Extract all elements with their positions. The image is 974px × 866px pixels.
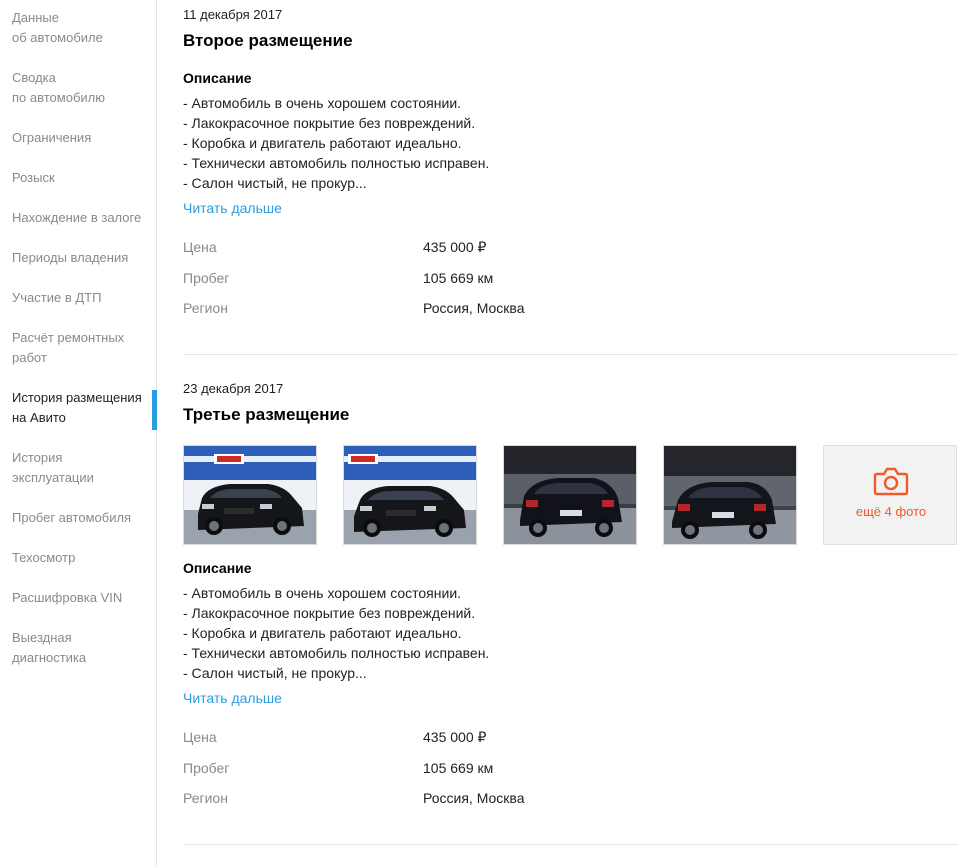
sidebar-item-label: Расчёт ремонтных <box>12 330 125 345</box>
sidebar-item-label: по автомобилю <box>12 90 105 105</box>
sidebar-item-label: эксплуатации <box>12 470 94 485</box>
placement-title: Второе размещение <box>183 31 353 50</box>
description-line: - Коробка и двигатель работают идеально. <box>183 135 462 151</box>
divider <box>183 844 958 845</box>
region-label: Регион <box>183 790 228 806</box>
price-value: 435 000 ₽ <box>423 239 487 255</box>
sidebar-item-label: на Авито <box>12 410 66 425</box>
sidebar-item-repair-calc[interactable]: Расчёт ремонтных работ <box>12 328 152 368</box>
description-title: Описание <box>183 560 252 576</box>
region-value: Россия, Москва <box>423 300 525 316</box>
sidebar-item-label: Данные <box>12 10 59 25</box>
sidebar-item-vehicle-summary[interactable]: Сводка по автомобилю <box>12 68 152 108</box>
mileage-value: 105 669 км <box>423 760 494 776</box>
car-photo-1[interactable] <box>183 445 317 545</box>
price-value: 435 000 ₽ <box>423 729 487 745</box>
more-photos-label: ещё 4 фото <box>855 504 927 519</box>
sidebar-item-label: Ограничения <box>12 130 92 145</box>
description-line: - Коробка и двигатель работают идеально. <box>183 625 462 641</box>
mileage-label: Пробег <box>183 270 230 286</box>
sidebar-item-label: Техосмотр <box>12 550 76 565</box>
region-value: Россия, Москва <box>423 790 525 806</box>
page: Данные об автомобиле Сводка по автомобилю … <box>0 0 974 866</box>
sidebar-item-wanted[interactable]: Розыск <box>12 168 152 188</box>
placement-date: 23 декабря 2017 <box>183 381 284 396</box>
sidebar-item-label: Периоды владения <box>12 250 129 265</box>
description-title: Описание <box>183 70 252 86</box>
sidebar-item-restrictions[interactable]: Ограничения <box>12 128 152 148</box>
description-text: - Автомобиль в очень хорошем состоянии. … <box>183 93 489 193</box>
price-row: Цена 435 000 ₽ <box>183 727 958 747</box>
divider <box>183 354 958 355</box>
sidebar-item-label: Выездная <box>12 630 72 645</box>
region-row: Регион Россия, Москва <box>183 788 958 808</box>
placement-date: 11 декабря 2017 <box>183 7 283 22</box>
price-row: Цена 435 000 ₽ <box>183 237 958 257</box>
car-rear-photo <box>664 446 796 544</box>
description-text: - Автомобиль в очень хорошем состоянии. … <box>183 583 489 683</box>
sidebar-item-vehicle-data[interactable]: Данные об автомобиле <box>12 8 152 48</box>
car-photo-2[interactable] <box>343 445 477 545</box>
description-line: - Лакокрасочное покрытие без повреждений… <box>183 605 476 621</box>
camera-icon <box>873 467 909 496</box>
description-line: - Технически автомобиль полностью исправ… <box>183 155 490 171</box>
sidebar-item-onsite-diagnostics[interactable]: Выездная диагностика <box>12 628 152 668</box>
read-more-link[interactable]: Читать дальше <box>183 688 282 708</box>
sidebar: Данные об автомобиле Сводка по автомобилю … <box>0 0 157 866</box>
car-photo-4[interactable] <box>663 445 797 545</box>
mileage-row: Пробег 105 669 км <box>183 758 958 778</box>
sidebar-item-avito-history[interactable]: История размещения на Авито <box>12 388 152 428</box>
description-line: - Автомобиль в очень хорошем состоянии. <box>183 95 462 111</box>
sidebar-item-mileage[interactable]: Пробег автомобиля <box>12 508 152 528</box>
placement-title: Третье размещение <box>183 405 350 424</box>
mileage-label: Пробег <box>183 760 230 776</box>
mileage-row: Пробег 105 669 км <box>183 268 958 288</box>
car-front-photo <box>344 446 476 544</box>
sidebar-item-accidents[interactable]: Участие в ДТП <box>12 288 152 308</box>
description-line: - Автомобиль в очень хорошем состоянии. <box>183 585 462 601</box>
sidebar-item-pledge[interactable]: Нахождение в залоге <box>12 208 152 228</box>
price-label: Цена <box>183 729 217 745</box>
description-line: - Лакокрасочное покрытие без повреждений… <box>183 115 476 131</box>
sidebar-item-label: Участие в ДТП <box>12 290 102 305</box>
price-label: Цена <box>183 239 217 255</box>
car-front-photo <box>184 446 316 544</box>
sidebar-item-label: Сводка <box>12 70 56 85</box>
sidebar-item-label: Нахождение в залоге <box>12 210 142 225</box>
description-line: - Технически автомобиль полностью исправ… <box>183 645 490 661</box>
car-rear-photo <box>504 446 636 544</box>
sidebar-item-label: История размещения <box>12 390 142 405</box>
read-more-link[interactable]: Читать дальше <box>183 198 282 218</box>
sidebar-item-label: работ <box>12 350 47 365</box>
mileage-value: 105 669 км <box>423 270 494 286</box>
sidebar-item-label: диагностика <box>12 650 87 665</box>
sidebar-item-ownership-periods[interactable]: Периоды владения <box>12 248 152 268</box>
sidebar-item-label: Розыск <box>12 170 55 185</box>
more-photos-button[interactable]: ещё 4 фото <box>823 445 957 545</box>
sidebar-item-label: Пробег автомобиля <box>12 510 132 525</box>
sidebar-item-inspection[interactable]: Техосмотр <box>12 548 152 568</box>
sidebar-item-label: Расшифровка VIN <box>12 590 123 605</box>
car-photo-3[interactable] <box>503 445 637 545</box>
sidebar-item-label: об автомобиле <box>12 30 103 45</box>
active-item-indicator <box>152 390 157 430</box>
region-row: Регион Россия, Москва <box>183 298 958 318</box>
sidebar-item-vin-decode[interactable]: Расшифровка VIN <box>12 588 152 608</box>
region-label: Регион <box>183 300 228 316</box>
sidebar-item-usage-history[interactable]: История эксплуатации <box>12 448 152 488</box>
description-line: - Салон чистый, не прокур... <box>183 175 367 191</box>
description-line: - Салон чистый, не прокур... <box>183 665 367 681</box>
sidebar-item-label: История <box>12 450 63 465</box>
